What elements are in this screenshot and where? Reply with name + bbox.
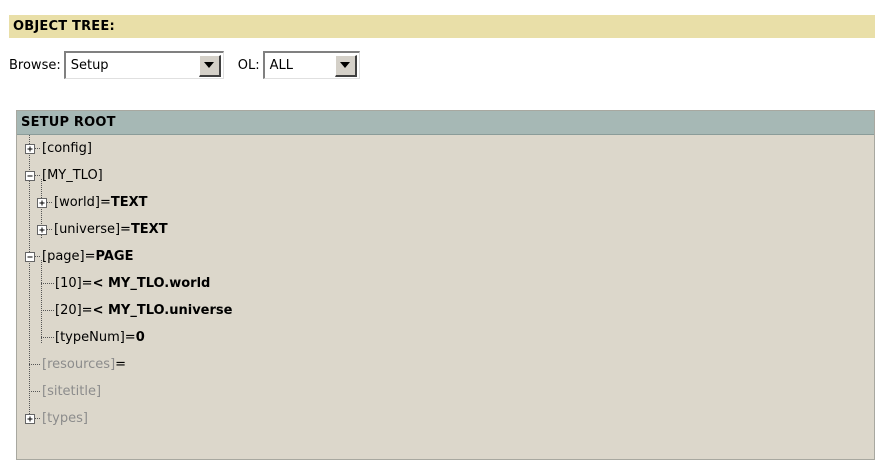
tree-node-label[interactable]: [world]= bbox=[54, 195, 111, 210]
tree-node-label[interactable]: [sitetitle] bbox=[42, 378, 101, 405]
minus-icon[interactable] bbox=[25, 252, 35, 262]
object-tree-header: OBJECT TREE: bbox=[9, 15, 875, 38]
browse-select-value: Setup bbox=[70, 58, 109, 73]
tree-node-label[interactable]: [types] bbox=[42, 405, 88, 432]
chevron-down-icon[interactable] bbox=[198, 54, 221, 77]
plus-icon[interactable] bbox=[25, 414, 35, 424]
chevron-down-icon[interactable] bbox=[334, 54, 357, 77]
plus-icon[interactable] bbox=[25, 144, 35, 154]
setup-root-header: SETUP ROOT bbox=[17, 111, 874, 135]
tree-node-value: < MY_TLO.world bbox=[92, 276, 211, 291]
tree-node-value: = bbox=[115, 357, 127, 372]
tree-node-value: 0 bbox=[135, 330, 145, 345]
tree-node-value: PAGE bbox=[95, 249, 134, 264]
tree-node-label[interactable]: [typeNum]= bbox=[55, 330, 136, 345]
plus-icon[interactable] bbox=[37, 225, 47, 235]
browse-label: Browse: bbox=[9, 57, 61, 73]
ol-select[interactable]: ALL bbox=[262, 51, 360, 79]
plus-icon[interactable] bbox=[37, 198, 47, 208]
tree-node-value: TEXT bbox=[110, 195, 148, 210]
tree-node-label[interactable]: [page]= bbox=[42, 249, 96, 264]
tree-node-label[interactable]: [20]= bbox=[55, 303, 93, 318]
tree-node-label[interactable]: [config] bbox=[42, 135, 92, 162]
setup-root-panel: SETUP ROOT [config] [MY_TLO] [world]=TEX… bbox=[16, 110, 875, 460]
tree-node-label[interactable]: [universe]= bbox=[54, 222, 131, 237]
object-tree-title: OBJECT TREE: bbox=[13, 19, 115, 34]
ol-label: OL: bbox=[237, 57, 260, 73]
minus-icon[interactable] bbox=[25, 171, 35, 181]
tree-node-label[interactable]: [resources] bbox=[42, 357, 115, 372]
tree-node-label[interactable]: [MY_TLO] bbox=[42, 162, 103, 189]
browse-row: Browse: Setup OL: ALL bbox=[9, 49, 360, 81]
tree-node-value: < MY_TLO.universe bbox=[92, 303, 233, 318]
setup-root-title: SETUP ROOT bbox=[21, 115, 116, 130]
tree-node-label[interactable]: [10]= bbox=[55, 276, 93, 291]
tree-node-value: TEXT bbox=[130, 222, 168, 237]
ol-select-value: ALL bbox=[269, 58, 293, 73]
browse-select[interactable]: Setup bbox=[63, 51, 224, 79]
